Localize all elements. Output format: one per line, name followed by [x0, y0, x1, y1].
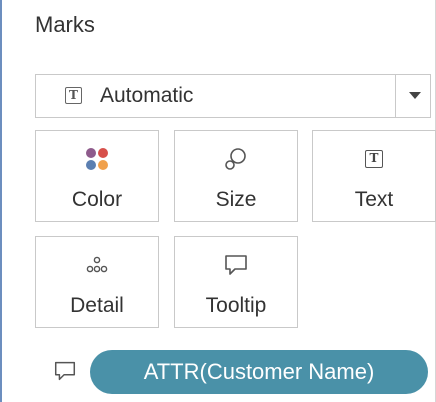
marks-pane: Marks T Automatic Color Size T Text Deta… [0, 0, 436, 402]
text-card[interactable]: T Text [312, 130, 436, 222]
text-mark-icon: T [65, 87, 82, 104]
mark-type-label: Automatic [100, 84, 194, 107]
text-icon: T [365, 150, 383, 168]
color-dot-red [98, 148, 108, 158]
text-card-label: Text [354, 188, 394, 211]
color-dot-orange [98, 160, 108, 170]
detail-card[interactable]: Detail [35, 236, 159, 328]
color-dots-icon [36, 145, 158, 173]
size-card-label: Size [215, 188, 257, 211]
dropdown-separator [395, 75, 396, 117]
field-pill-customer-name[interactable]: ATTR(Customer Name) [90, 350, 428, 394]
color-dot-purple [86, 148, 96, 158]
color-card-label: Color [71, 188, 123, 211]
detail-card-label: Detail [70, 294, 124, 317]
tooltip-icon [52, 358, 78, 384]
detail-icon [36, 251, 158, 279]
color-card[interactable]: Color [35, 130, 159, 222]
chevron-down-icon[interactable] [409, 92, 421, 99]
tooltip-icon [175, 251, 297, 279]
marks-pane-title: Marks [35, 12, 95, 37]
tooltip-card-label: Tooltip [205, 294, 267, 317]
mark-type-dropdown[interactable]: T Automatic [35, 74, 431, 118]
size-card[interactable]: Size [174, 130, 298, 222]
tooltip-card[interactable]: Tooltip [174, 236, 298, 328]
color-dot-blue [86, 160, 96, 170]
size-icon [175, 145, 297, 173]
